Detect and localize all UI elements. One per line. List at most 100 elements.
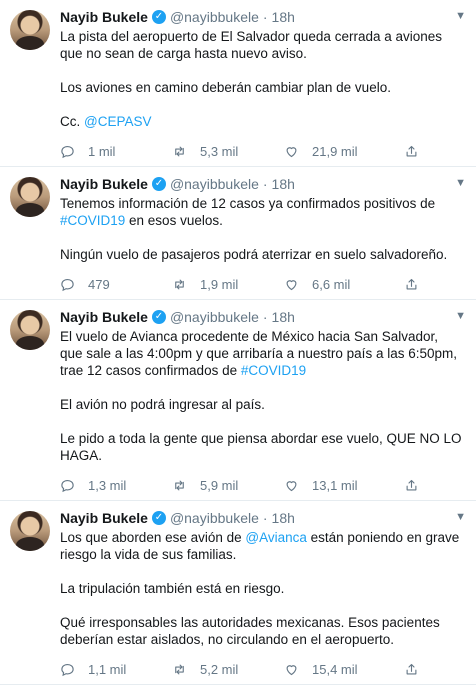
tweet-paragraph: La tripulación también está en riesgo. [60,580,464,597]
retweet-count: 5,9 mil [200,477,239,493]
text-segment: La pista del aeropuerto de El Salvador q… [60,29,443,61]
reply-icon [60,477,82,493]
reply-button[interactable]: 1,1 mil [60,661,172,677]
tweet-timestamp[interactable]: 18h [272,308,295,326]
tweet-actions: 1 mil 5,3 mil 21,9 mil [60,136,464,166]
author-handle[interactable]: @nayibbukele [170,308,259,326]
share-button[interactable] [404,661,426,677]
reply-button[interactable]: 1,3 mil [60,477,172,493]
tweet-paragraph: Los que aborden ese avión de @Avianca es… [60,529,464,563]
tweet-header: Nayib Bukele ✓ @nayibbukele · 18h [60,8,464,26]
tweet-text: Los que aborden ese avión de @Avianca es… [60,529,464,648]
like-button[interactable]: 6,6 mil [284,276,396,292]
text-segment: Los que aborden ese avión de [60,530,246,545]
text-segment: Qué irresponsables las autoridades mexic… [60,615,440,647]
separator-dot: · [262,9,268,25]
text-segment: Ningún vuelo de pasajeros podrá aterriza… [60,247,448,262]
hashtag-link[interactable]: #COVID19 [241,363,306,378]
avatar[interactable] [10,177,50,217]
reply-button[interactable]: 479 [60,276,172,292]
retweet-icon [172,276,194,292]
retweet-button[interactable]: 1,9 mil [172,276,284,292]
tweet-text: La pista del aeropuerto de El Salvador q… [60,28,464,130]
tweet-paragraph: Qué irresponsables las autoridades mexic… [60,614,464,648]
reply-button[interactable]: 1 mil [60,143,172,159]
avatar[interactable] [10,10,50,50]
tweet-paragraph: Ningún vuelo de pasajeros podrá aterriza… [60,246,464,263]
reply-count: 1 mil [88,143,116,159]
author-name[interactable]: Nayib Bukele [60,509,148,527]
text-segment: El avión no podrá ingresar al país. [60,397,265,412]
chevron-down-icon[interactable]: ▼ [455,10,466,22]
verified-badge-icon: ✓ [151,177,166,191]
reply-count: 1,1 mil [88,661,127,677]
share-button[interactable] [404,143,426,159]
text-segment: Cc. [60,114,85,129]
chevron-down-icon[interactable]: ▼ [455,511,466,523]
chevron-down-icon[interactable]: ▼ [455,177,466,189]
text-segment: Tenemos información de 12 casos ya confi… [60,196,436,211]
like-count: 13,1 mil [312,477,358,493]
like-button[interactable]: 15,4 mil [284,661,396,677]
tweet-actions: 479 1,9 mil 6,6 mil [60,269,464,299]
retweet-count: 1,9 mil [200,276,239,292]
share-button[interactable] [404,477,426,493]
tweet-header: Nayib Bukele ✓ @nayibbukele · 18h [60,509,464,527]
text-segment: Le pido a toda la gente que piensa abord… [60,431,462,463]
mention-link[interactable]: @Avianca [245,530,307,545]
tweet-2[interactable]: ▼ Nayib Bukele ✓ @nayibbukele · 18h Tene… [0,167,476,300]
retweet-icon [172,661,194,677]
tweet-paragraph: Tenemos información de 12 casos ya confi… [60,195,464,229]
tweet-text: El vuelo de Avianca procedente de México… [60,328,464,464]
tweet-4[interactable]: ▼ Nayib Bukele ✓ @nayibbukele · 18h Los … [0,501,476,685]
like-icon [284,143,306,159]
author-name[interactable]: Nayib Bukele [60,8,148,26]
tweet-3[interactable]: ▼ Nayib Bukele ✓ @nayibbukele · 18h El v… [0,300,476,501]
text-segment: en esos vuelos. [125,213,223,228]
tweet-paragraph: La pista del aeropuerto de El Salvador q… [60,28,464,62]
tweet-paragraph: El vuelo de Avianca procedente de México… [60,328,464,379]
like-icon [284,276,306,292]
author-name[interactable]: Nayib Bukele [60,308,148,326]
reply-count: 479 [88,276,110,292]
tweet-actions: 1,3 mil 5,9 mil 13,1 mil [60,470,464,500]
tweet-paragraph: El avión no podrá ingresar al país. [60,396,464,413]
separator-dot: · [262,510,268,526]
tweet-timestamp[interactable]: 18h [272,8,295,26]
tweet-paragraph: Cc. @CEPASV [60,113,464,130]
tweet-text: Tenemos información de 12 casos ya confi… [60,195,464,263]
mention-link[interactable]: @CEPASV [84,114,151,129]
text-segment: Los aviones en camino deberán cambiar pl… [60,80,391,95]
like-button[interactable]: 21,9 mil [284,143,396,159]
tweet-timestamp[interactable]: 18h [272,509,295,527]
share-icon [404,143,426,159]
avatar[interactable] [10,310,50,350]
retweet-count: 5,3 mil [200,143,239,159]
like-button[interactable]: 13,1 mil [284,477,396,493]
text-segment: La tripulación también está en riesgo. [60,581,285,596]
chevron-down-icon[interactable]: ▼ [455,310,466,322]
verified-badge-icon: ✓ [151,511,166,525]
reply-icon [60,661,82,677]
reply-icon [60,276,82,292]
retweet-button[interactable]: 5,2 mil [172,661,284,677]
tweet-1[interactable]: ▼ Nayib Bukele ✓ @nayibbukele · 18h La p… [0,0,476,167]
tweet-paragraph: Los aviones en camino deberán cambiar pl… [60,79,464,96]
tweet-timeline: ▼ Nayib Bukele ✓ @nayibbukele · 18h La p… [0,0,476,685]
avatar[interactable] [10,511,50,551]
author-handle[interactable]: @nayibbukele [170,175,259,193]
hashtag-link[interactable]: #COVID19 [60,213,125,228]
share-button[interactable] [404,276,426,292]
tweet-timestamp[interactable]: 18h [272,175,295,193]
retweet-button[interactable]: 5,9 mil [172,477,284,493]
like-icon [284,661,306,677]
author-handle[interactable]: @nayibbukele [170,509,259,527]
retweet-icon [172,477,194,493]
author-handle[interactable]: @nayibbukele [170,8,259,26]
like-count: 21,9 mil [312,143,358,159]
retweet-button[interactable]: 5,3 mil [172,143,284,159]
reply-icon [60,143,82,159]
tweet-paragraph: Le pido a toda la gente que piensa abord… [60,430,464,464]
author-name[interactable]: Nayib Bukele [60,175,148,193]
separator-dot: · [262,176,268,192]
